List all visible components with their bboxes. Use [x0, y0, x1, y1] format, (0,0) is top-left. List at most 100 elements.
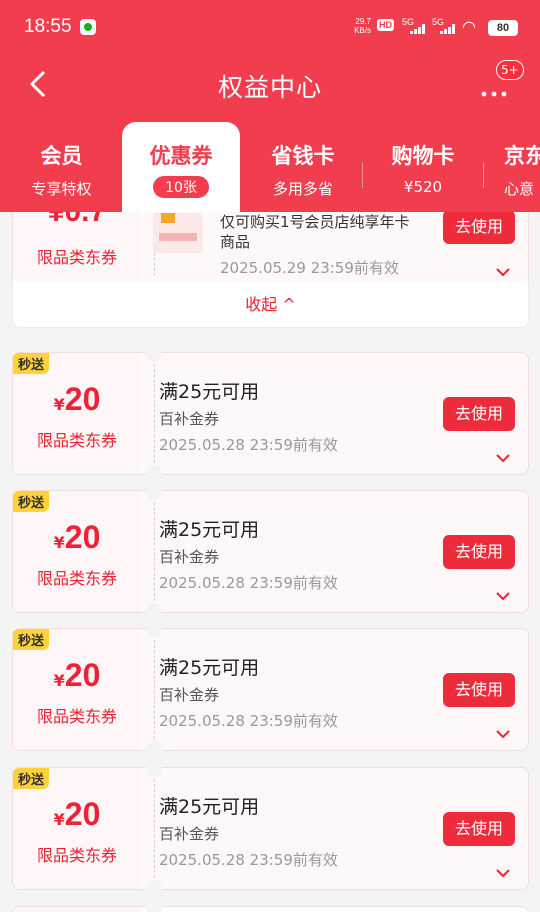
battery-icon: 80 [488, 20, 518, 36]
tab-saving-card[interactable]: 省钱卡 多用多省 [254, 122, 352, 212]
coupon-amount-value: 20 [64, 519, 101, 555]
signal-icon [410, 24, 426, 34]
tab-count-badge: 10张 [153, 176, 209, 198]
coupon-amount-value: 20 [64, 657, 101, 693]
status-time: 18:55 [24, 16, 72, 37]
coupon-condition: 满25元可用 [159, 381, 260, 403]
coupon-left-panel [13, 907, 141, 912]
tab-jd[interactable]: 京东 心意 [498, 122, 540, 212]
tab-subtitle: ¥520 [403, 178, 443, 196]
use-coupon-button[interactable]: 去使用 [443, 535, 515, 569]
hd-icon: HD [377, 19, 394, 31]
coupon-condition-line2: 商品 [220, 233, 251, 251]
header-bar: 18:55 29.7 KB/s HD 5G 5G ◠ 80 权益中心 5+ 会员… [0, 0, 540, 212]
coupon-expiry: 2025.05.28 23:59前有效 [159, 712, 338, 730]
coupon-tag: 秒送 [13, 353, 50, 374]
coupon-notch [146, 741, 162, 751]
coupon-subtitle: 百补金券 [159, 410, 220, 428]
coupon-kind: 限品类东券 [36, 846, 117, 865]
coupon-amount-value: ¥0.7 [48, 212, 106, 228]
coupon-tag: 秒送 [13, 629, 50, 650]
coupon-kind: 限品类东券 [36, 569, 117, 588]
tab-member[interactable]: 会员 专享特权 [14, 122, 109, 212]
coupon-card: 秒送 ¥20 限品类东券 满25元可用 百补金券 2025.05.28 23:5… [12, 490, 529, 613]
coupon-condition: 满25元可用 [159, 519, 260, 541]
coupon-card-partial [12, 906, 529, 912]
use-coupon-button[interactable]: 去使用 [443, 212, 515, 244]
tab-title: 省钱卡 [271, 144, 335, 168]
wechat-icon [80, 19, 96, 35]
tab-title: 购物卡 [391, 144, 455, 168]
signal-icon [440, 24, 456, 34]
coupon-condition: 满25元可用 [159, 796, 260, 818]
coupon-amount: ¥20 [13, 381, 141, 418]
coupon-card-partial: ¥0.7 限品类东券 仅可购买1号会员店纯享年卡 商品 2025.05.29 2… [12, 212, 529, 283]
coupon-card: 秒送 ¥20 限品类东券 满25元可用 百补金券 2025.05.28 23:5… [12, 628, 529, 751]
net-speed-unit: KB/s [354, 26, 371, 35]
coupon-amount: ¥0.7 [13, 212, 141, 229]
coupon-amount: ¥20 [13, 519, 141, 556]
tab-coupons[interactable]: 优惠券 10张 [122, 122, 240, 212]
coupon-tag: 秒送 [13, 768, 50, 789]
coupon-list[interactable]: ¥0.7 限品类东券 仅可购买1号会员店纯享年卡 商品 2025.05.29 2… [0, 212, 540, 912]
tab-subtitle: 心意 [504, 180, 535, 198]
tab-bar: 会员 专享特权 优惠券 10张 省钱卡 多用多省 购物卡 ¥520 京东 心意 [0, 122, 540, 212]
coupon-expiry: 2025.05.28 23:59前有效 [159, 436, 338, 454]
product-thumbnail [153, 213, 203, 253]
use-coupon-button[interactable]: 去使用 [443, 397, 515, 431]
coupon-expiry: 2025.05.29 23:59前有效 [220, 259, 399, 277]
coupon-kind: 限品类东券 [36, 431, 117, 450]
use-coupon-button[interactable]: 去使用 [443, 812, 515, 846]
coupon-kind: 限品类东券 [36, 248, 117, 267]
coupon-amount: ¥20 [13, 796, 141, 833]
coupon-divider [154, 359, 155, 468]
coupon-amount: ¥20 [13, 657, 141, 694]
coupon-amount-value: 20 [64, 796, 101, 832]
page-title: 权益中心 [217, 73, 322, 102]
chevron-down-icon[interactable] [493, 726, 513, 740]
tab-title: 会员 [40, 144, 83, 168]
chevron-down-icon[interactable] [493, 450, 513, 464]
coupon-expiry: 2025.05.28 23:59前有效 [159, 574, 338, 592]
coupon-tag: 秒送 [13, 491, 50, 512]
currency-symbol: ¥ [53, 671, 65, 690]
coupon-condition: 满25元可用 [159, 657, 260, 679]
net-speed-value: 29.7 [355, 17, 371, 26]
coupon-notch [146, 603, 162, 613]
tab-divider [483, 162, 484, 188]
coupon-notch [146, 465, 162, 475]
tab-subtitle: 专享特权 [31, 180, 92, 198]
collapse-button[interactable]: 收起 ^ [12, 282, 529, 328]
coupon-kind: 限品类东券 [36, 707, 117, 726]
net-speed: 29.7 KB/s [351, 17, 371, 35]
coupon-subtitle: 百补金券 [159, 548, 220, 566]
coupon-notch [146, 880, 162, 890]
coupon-divider [154, 635, 155, 744]
coupon-divider [154, 497, 155, 606]
coupon-notch [146, 906, 162, 912]
tab-subtitle: 多用多省 [272, 180, 333, 198]
coupon-card: 秒送 ¥20 限品类东券 满25元可用 百补金券 2025.05.28 23:5… [12, 767, 529, 890]
wifi-icon: ◠ [462, 17, 476, 36]
currency-symbol: ¥ [53, 395, 65, 414]
tab-shopping-card[interactable]: 购物卡 ¥520 [374, 122, 472, 212]
coupon-divider [154, 774, 155, 883]
coupon-amount-value: 20 [64, 381, 101, 417]
chevron-down-icon[interactable] [493, 865, 513, 879]
coupon-expiry: 2025.05.28 23:59前有效 [159, 851, 338, 869]
tab-divider [362, 162, 363, 188]
chevron-down-icon[interactable] [493, 264, 513, 278]
tab-title: 京东 [504, 144, 540, 168]
use-coupon-button[interactable]: 去使用 [443, 673, 515, 707]
coupon-card: 秒送 ¥20 限品类东券 满25元可用 百补金券 2025.05.28 23:5… [12, 352, 529, 475]
currency-symbol: ¥ [53, 533, 65, 552]
coupon-subtitle: 百补金券 [159, 825, 220, 843]
coupon-subtitle: 百补金券 [159, 686, 220, 704]
notification-badge: 5+ [496, 60, 524, 80]
tab-title: 优惠券 [149, 144, 213, 168]
status-bar: 18:55 29.7 KB/s HD 5G 5G ◠ 80 [0, 0, 540, 56]
nav-bar: 权益中心 5+ [0, 56, 540, 112]
chevron-down-icon[interactable] [493, 588, 513, 602]
coupon-condition-line1: 仅可购买1号会员店纯享年卡 [220, 213, 410, 231]
currency-symbol: ¥ [53, 810, 65, 829]
